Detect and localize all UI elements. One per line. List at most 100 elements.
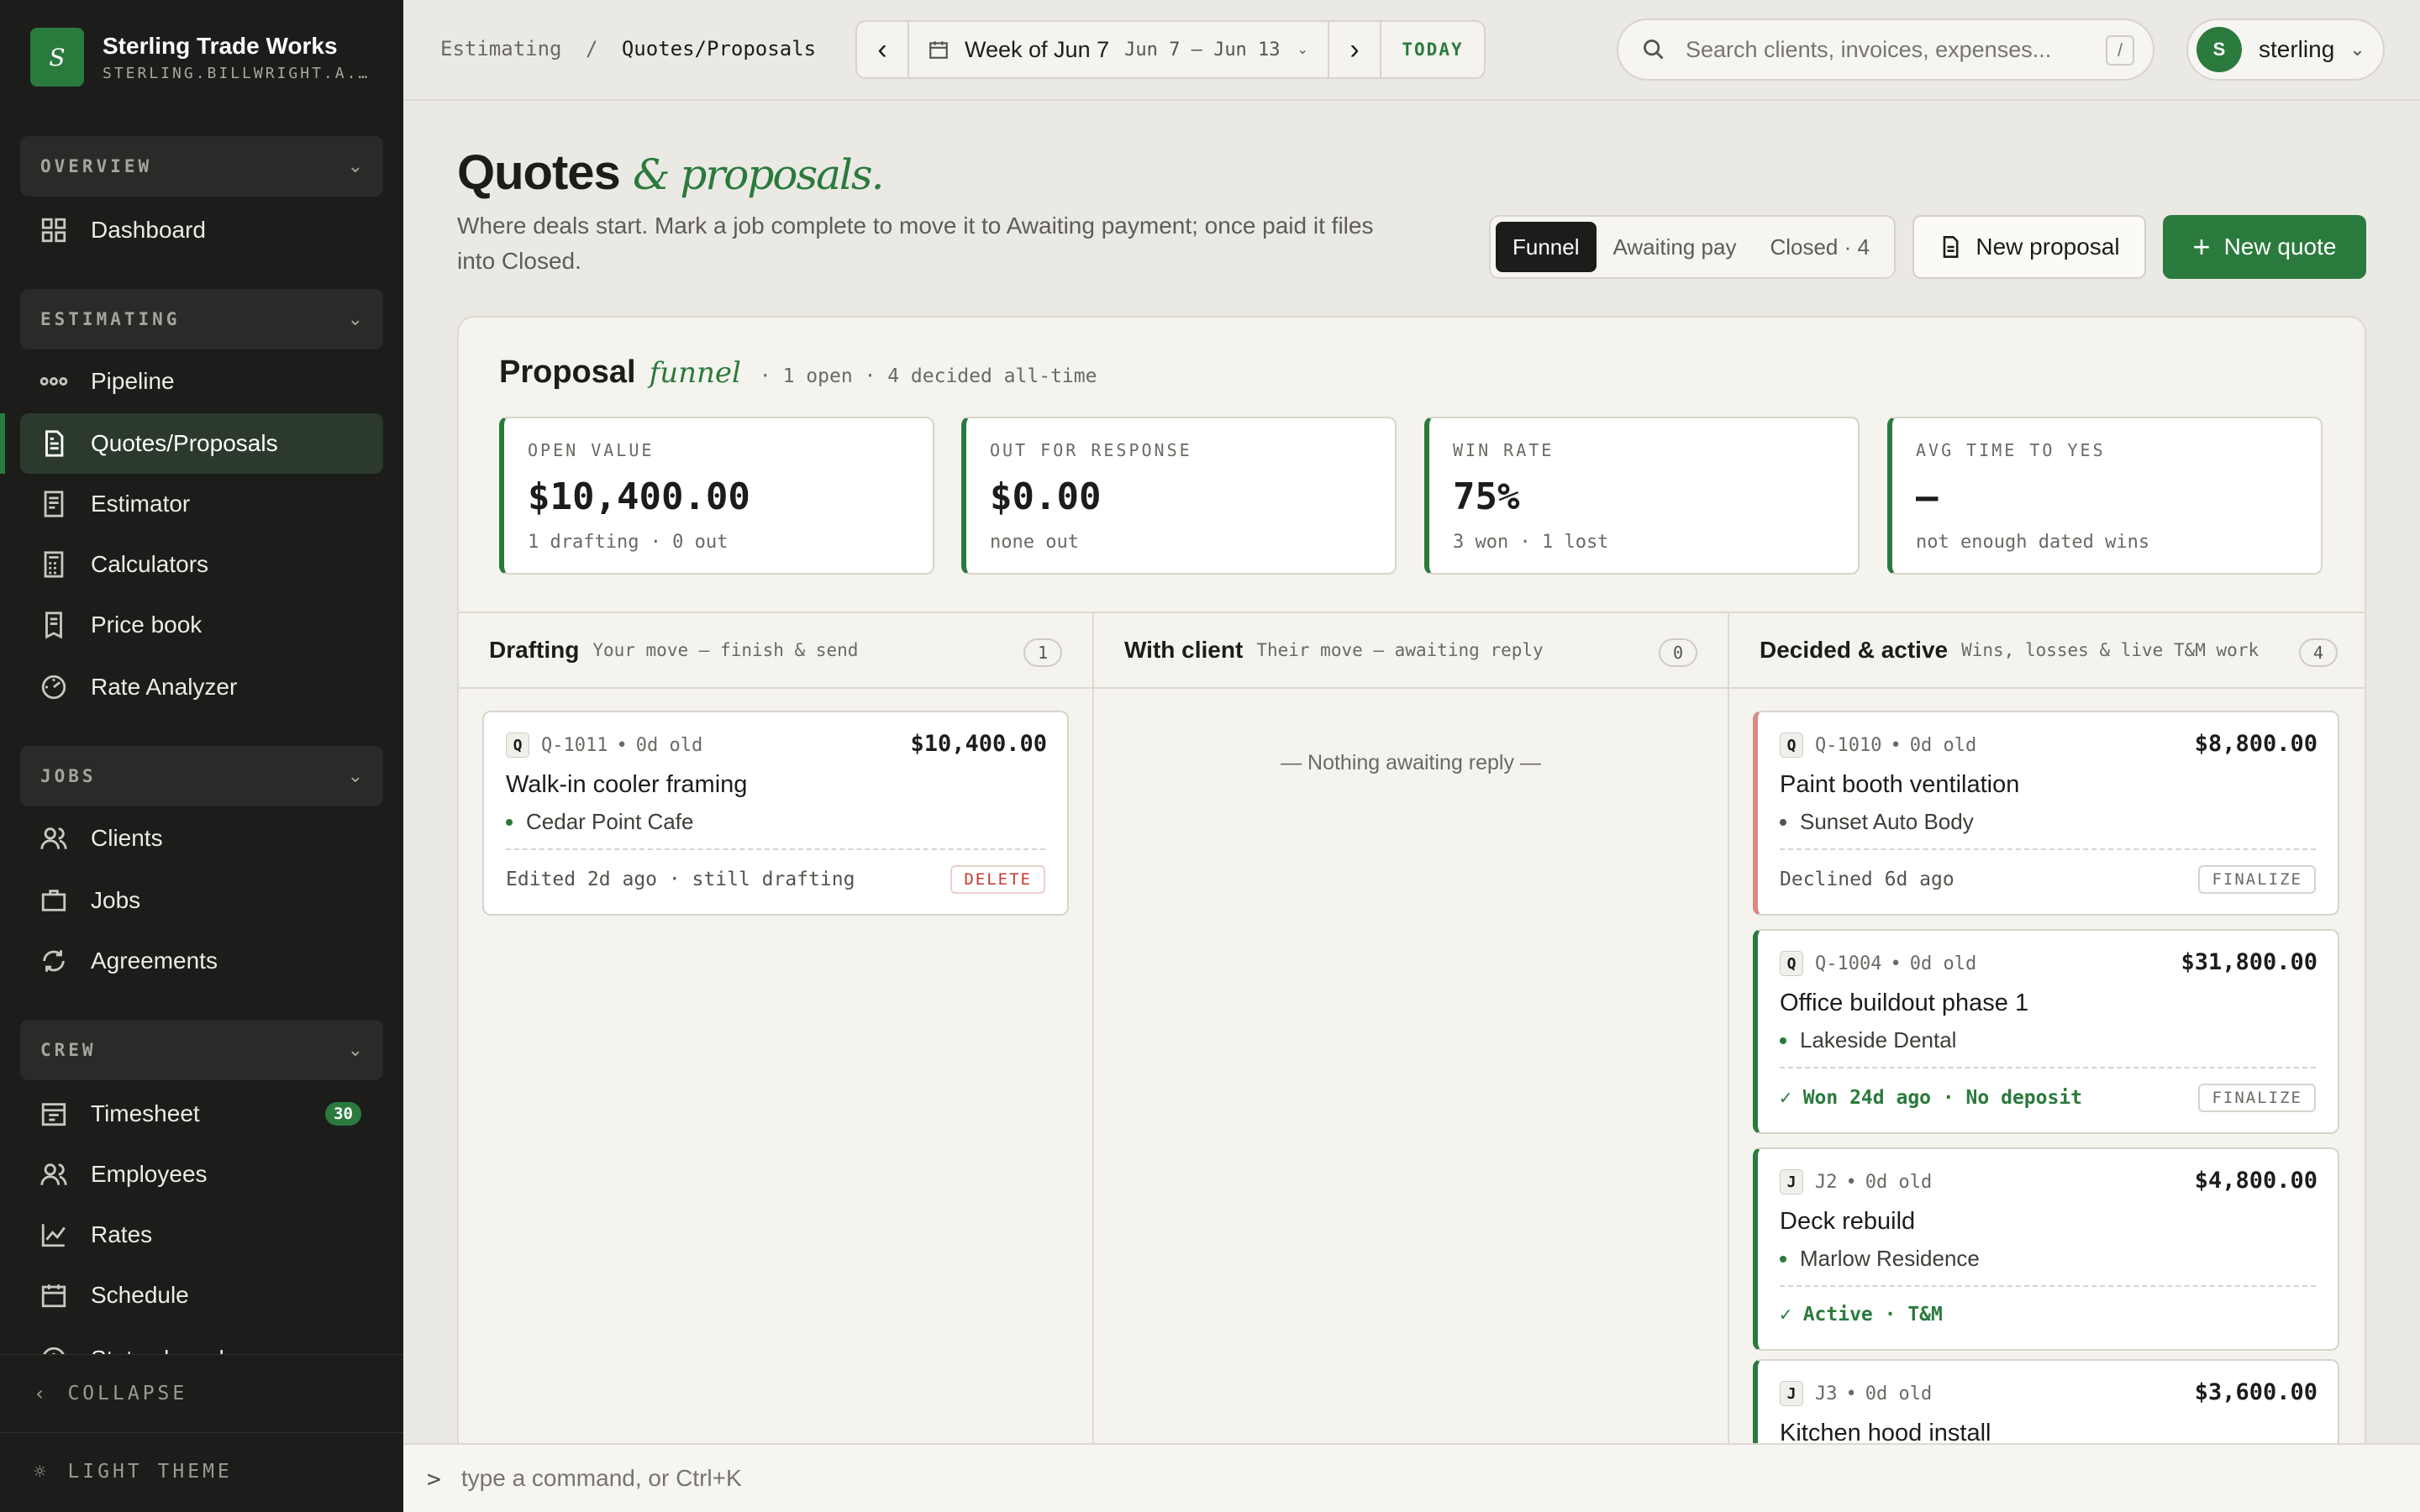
finalize-button[interactable]: FINALIZE bbox=[2198, 1084, 2316, 1112]
week-range: Jun 7 – Jun 13 bbox=[1124, 39, 1281, 60]
page-title: Quotes & proposals. bbox=[457, 144, 884, 201]
quote-card[interactable]: Q Q-1004 • 0d old $31,800.00 Office buildou… bbox=[1753, 929, 2339, 1134]
sidebar-item-clients[interactable]: Clients bbox=[20, 808, 383, 869]
search-icon bbox=[1642, 38, 1665, 61]
stat-sub: not enough dated wins bbox=[1916, 532, 2150, 553]
tab-awaiting-pay[interactable]: Awaiting pay bbox=[1597, 222, 1754, 272]
calendar-icon bbox=[928, 39, 950, 60]
card-id: Q-1004 bbox=[1815, 953, 1882, 974]
week-dropdown[interactable]: Week of Jun 7 Jun 7 – Jun 13 ⌄ bbox=[909, 22, 1329, 77]
breadcrumb-separator: / bbox=[585, 37, 598, 60]
week-label: Week of Jun 7 bbox=[965, 36, 1110, 62]
new-quote-label: New quote bbox=[2223, 234, 2337, 260]
sidebar-item-label: Timesheet bbox=[91, 1100, 200, 1126]
sidebar-item-dashboard[interactable]: Dashboard bbox=[20, 200, 383, 260]
proposal-funnel-panel: Proposal funnel · 1 open · 4 decided all-t… bbox=[457, 316, 2366, 1512]
new-proposal-button[interactable]: New proposal bbox=[1912, 215, 2146, 279]
today-button[interactable]: TODAY bbox=[1381, 22, 1484, 77]
sidebar-item-rate-analyzer[interactable]: Rate Analyzer bbox=[20, 657, 383, 717]
sidebar: S Sterling Trade Works STERLING.BILLWRIG… bbox=[0, 0, 403, 1512]
breadcrumb-parent[interactable]: Estimating bbox=[440, 37, 562, 60]
estimator-icon bbox=[39, 489, 69, 519]
sidebar-item-employees[interactable]: Employees bbox=[20, 1144, 383, 1205]
sidebar-item-price-book[interactable]: Price book bbox=[20, 595, 383, 655]
search-input[interactable]: Search clients, invoices, expenses... / bbox=[1617, 18, 2154, 81]
section-overview[interactable]: OVERVIEW ⌄ bbox=[20, 136, 383, 197]
section-estimating[interactable]: ESTIMATING ⌄ bbox=[20, 289, 383, 349]
column-count: 4 bbox=[2299, 638, 2338, 667]
section-crew[interactable]: CREW ⌄ bbox=[20, 1020, 383, 1080]
active-indicator bbox=[0, 413, 5, 474]
card-footer-text: Edited 2d ago · still drafting bbox=[506, 869, 855, 890]
grid-icon bbox=[39, 215, 69, 245]
sidebar-item-timesheet[interactable]: Timesheet 30 bbox=[20, 1084, 383, 1144]
funnel-meta: · 1 open · 4 decided all-time bbox=[759, 365, 1097, 387]
new-quote-button[interactable]: + New quote bbox=[2163, 215, 2366, 279]
command-bar[interactable]: > type a command, or Ctrl+K bbox=[403, 1443, 2420, 1512]
timesheet-count-badge: 30 bbox=[325, 1102, 361, 1126]
tab-closed[interactable]: Closed · 4 bbox=[1753, 222, 1886, 272]
tab-funnel[interactable]: Funnel bbox=[1496, 222, 1597, 272]
stat-open-value: OPEN VALUE $10,400.00 1 drafting · 0 out bbox=[499, 417, 934, 575]
stat-sub: 1 drafting · 0 out bbox=[528, 532, 729, 553]
quote-card[interactable]: Q Q-1011 • 0d old $10,400.00 Walk-in cooler… bbox=[482, 711, 1069, 916]
user-menu[interactable]: S sterling ⌄ bbox=[2186, 18, 2385, 81]
card-client: Lakeside Dental bbox=[1800, 1027, 1957, 1053]
collapse-label: COLLAPSE bbox=[67, 1383, 188, 1404]
column-header: With client Their move — awaiting reply … bbox=[1094, 613, 1728, 689]
card-client: Cedar Point Cafe bbox=[526, 809, 694, 834]
card-title: Paint booth ventilation bbox=[1780, 771, 2020, 798]
quote-card[interactable]: Q Q-1010 • 0d old $8,800.00 Paint booth ven… bbox=[1753, 711, 2339, 916]
command-input[interactable]: type a command, or Ctrl+K bbox=[461, 1465, 742, 1492]
card-age: 0d old bbox=[1909, 953, 1977, 974]
card-footer-text: ✓ Won 24d ago · No deposit bbox=[1780, 1087, 2083, 1109]
sidebar-item-label: Calculators bbox=[91, 551, 209, 577]
timesheet-icon bbox=[39, 1099, 69, 1129]
chevron-down-icon: ⌄ bbox=[2349, 39, 2365, 60]
column-title: Drafting bbox=[489, 637, 580, 663]
chevron-left-icon: ‹ bbox=[34, 1382, 50, 1405]
chevron-down-icon: ⌄ bbox=[347, 1039, 363, 1060]
document-icon bbox=[1939, 235, 1962, 259]
sidebar-item-agreements[interactable]: Agreements bbox=[20, 931, 383, 991]
sidebar-item-quotes-proposals[interactable]: Quotes/Proposals bbox=[20, 413, 383, 474]
users-icon bbox=[39, 1159, 69, 1189]
funnel-columns: Drafting Your move — finish & send 1 Q Q-… bbox=[459, 612, 2365, 1512]
breadcrumb: Estimating / Quotes/Proposals bbox=[440, 37, 816, 60]
collapse-button[interactable]: ‹ COLLAPSE bbox=[0, 1355, 403, 1432]
stat-win-rate: WIN RATE 75% 3 won · 1 lost bbox=[1424, 417, 1860, 575]
card-amount: $31,800.00 bbox=[2181, 949, 2317, 975]
card-title: Walk-in cooler framing bbox=[506, 771, 748, 798]
theme-toggle[interactable]: ☼ LIGHT THEME bbox=[0, 1432, 403, 1509]
sidebar-item-rates[interactable]: Rates bbox=[20, 1205, 383, 1265]
gauge-icon bbox=[39, 672, 69, 702]
chevron-down-icon: ⌄ bbox=[1297, 43, 1308, 57]
brand[interactable]: S Sterling Trade Works STERLING.BILLWRIG… bbox=[30, 27, 371, 87]
week-picker: ‹ Week of Jun 7 Jun 7 – Jun 13 ⌄ › TODAY bbox=[855, 20, 1486, 79]
page-title-text: Quotes bbox=[457, 145, 621, 200]
sidebar-item-label: Rate Analyzer bbox=[91, 674, 238, 700]
sidebar-item-pipeline[interactable]: Pipeline bbox=[20, 351, 383, 412]
finalize-button[interactable]: FINALIZE bbox=[2198, 865, 2316, 894]
status-dot bbox=[506, 818, 513, 826]
briefcase-icon bbox=[39, 885, 69, 916]
book-icon bbox=[39, 610, 69, 640]
sidebar-item-label: Clients bbox=[91, 825, 163, 851]
status-dot bbox=[1780, 1255, 1786, 1263]
card-client: Marlow Residence bbox=[1800, 1246, 1980, 1271]
column-title: Decided & active bbox=[1760, 637, 1949, 663]
next-week-button[interactable]: › bbox=[1329, 22, 1381, 77]
sidebar-item-jobs[interactable]: Jobs bbox=[20, 870, 383, 931]
prev-week-button[interactable]: ‹ bbox=[857, 22, 909, 77]
card-type-tag: Q bbox=[506, 732, 529, 758]
section-jobs[interactable]: JOBS ⌄ bbox=[20, 746, 383, 806]
job-card[interactable]: J J2 • 0d old $4,800.00 Deck rebuild Marlow… bbox=[1753, 1147, 2339, 1351]
sidebar-item-label: Dashboard bbox=[91, 217, 206, 243]
sidebar-item-schedule[interactable]: Schedule bbox=[20, 1265, 383, 1326]
delete-button[interactable]: DELETE bbox=[950, 865, 1045, 894]
chevron-down-icon: ⌄ bbox=[347, 308, 363, 329]
sidebar-footer: ‹ COLLAPSE ☼ LIGHT THEME bbox=[0, 1354, 403, 1512]
brand-name: Sterling Trade Works bbox=[103, 32, 338, 59]
sidebar-item-calculators[interactable]: Calculators bbox=[20, 534, 383, 595]
sidebar-item-estimator[interactable]: Estimator bbox=[20, 474, 383, 534]
